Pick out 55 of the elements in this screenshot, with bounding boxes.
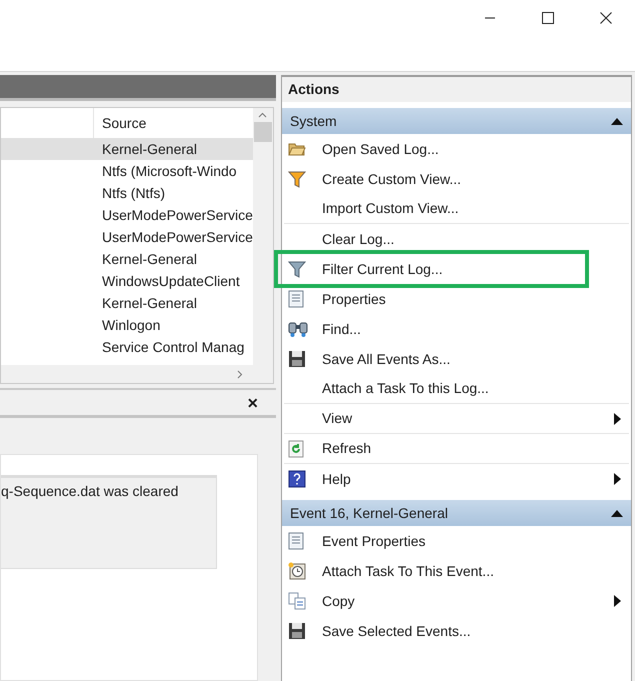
table-cell-text: Service Control Manag	[102, 338, 244, 357]
action-item[interactable]: Save Selected Events...	[284, 616, 629, 646]
event-message: q-Sequence.dat was cleared	[1, 483, 178, 499]
copy-icon	[288, 592, 306, 610]
table-cell-text: WindowsUpdateClient	[102, 272, 240, 291]
action-item[interactable]: View	[284, 404, 629, 433]
vertical-scrollbar[interactable]	[252, 108, 273, 365]
section-header[interactable]: Event 16, Kernel-General	[282, 500, 631, 526]
section-header[interactable]: System	[282, 108, 631, 134]
document-list-icon	[288, 532, 304, 550]
maximize-icon[interactable]	[542, 12, 554, 24]
action-item[interactable]: Help	[284, 464, 629, 494]
table-cell-text: Kernel-General	[102, 250, 197, 268]
submenu-arrow-icon	[614, 412, 621, 424]
clock-icon	[288, 562, 306, 580]
table-cell-text: Ntfs (Ntfs)	[102, 184, 165, 203]
scrollbar-thumb[interactable]	[254, 122, 272, 142]
close-button[interactable]: ×	[247, 394, 258, 412]
refresh-icon	[288, 440, 304, 458]
document-list-icon	[288, 290, 304, 308]
submenu-arrow-icon	[614, 473, 621, 485]
action-item[interactable]: Refresh	[284, 434, 629, 463]
collapse-icon[interactable]	[611, 510, 623, 516]
action-item[interactable]: Save All Events As...	[284, 344, 629, 374]
action-item[interactable]: Find...	[284, 314, 629, 344]
horizontal-scrollbar[interactable]	[1, 365, 273, 383]
action-item[interactable]: Properties	[284, 284, 629, 314]
action-item[interactable]: Import Custom View...	[284, 194, 629, 223]
action-item[interactable]: Filter Current Log...	[278, 254, 585, 284]
action-item[interactable]: Copy	[284, 586, 629, 616]
binoculars-icon	[288, 320, 308, 338]
table-row[interactable]: Kernel-General	[1, 138, 253, 160]
scroll-right-icon[interactable]	[236, 370, 243, 378]
action-item[interactable]: Event Properties	[284, 526, 629, 556]
table-cell-text: Kernel-General	[102, 294, 197, 312]
table-cell-text: UserModePowerService	[102, 228, 253, 246]
funnel-icon	[288, 170, 306, 188]
actions-title: Actions	[288, 80, 340, 99]
close-icon[interactable]	[600, 12, 612, 24]
table-cell-text: UserModePowerService	[102, 206, 253, 224]
collapse-icon[interactable]	[611, 118, 623, 124]
action-item[interactable]: Attach Task To This Event...	[284, 556, 629, 586]
scroll-up-icon[interactable]	[258, 112, 268, 118]
action-item[interactable]: Attach a Task To this Log...	[284, 374, 629, 403]
help-icon	[288, 470, 306, 488]
submenu-arrow-icon	[614, 595, 621, 607]
table-cell-text: Winlogon	[102, 316, 160, 335]
action-item[interactable]: Open Saved Log...	[284, 134, 629, 164]
column-header[interactable]: Source	[94, 108, 253, 138]
action-item[interactable]: Clear Log...	[284, 224, 629, 254]
folder-icon	[288, 141, 306, 157]
table-cell-text: Kernel-General	[102, 140, 197, 158]
table-cell-text: Ntfs (Microsoft-Windo	[102, 162, 237, 181]
funnel-icon	[288, 260, 306, 278]
action-item[interactable]: Create Custom View...	[284, 164, 629, 194]
